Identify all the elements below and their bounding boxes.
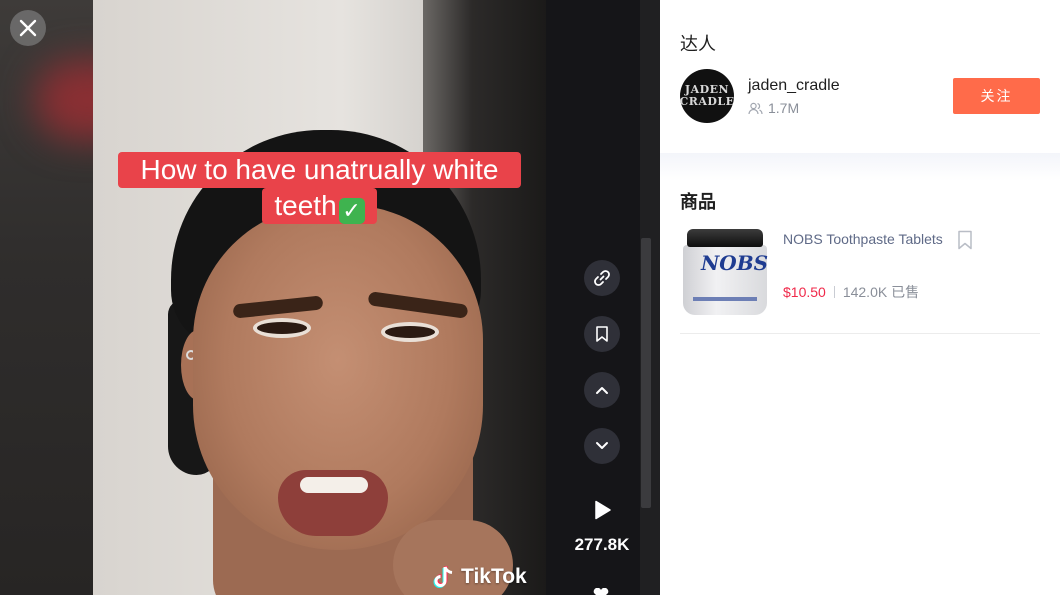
meta-divider xyxy=(833,286,835,298)
users-icon xyxy=(748,102,763,114)
video-subject xyxy=(381,322,439,342)
follower-count: 1.7M xyxy=(748,100,799,116)
video-subject xyxy=(300,477,368,493)
product-price: $10.50 xyxy=(783,284,826,300)
bookmark-icon xyxy=(596,326,608,342)
tiktok-watermark: TikTok xyxy=(433,565,527,589)
checkmark-icon: ✓ xyxy=(338,198,365,224)
favorite-button[interactable] xyxy=(584,316,620,352)
close-button[interactable] xyxy=(10,10,46,46)
section-divider xyxy=(660,153,1060,181)
copy-link-button[interactable] xyxy=(584,260,620,296)
next-video-button[interactable] xyxy=(584,428,620,464)
video-actions-rail xyxy=(546,0,640,595)
caption-text: teeth xyxy=(274,190,337,221)
follower-count-value: 1.7M xyxy=(768,100,800,116)
products-section-title: 商品 xyxy=(680,192,716,212)
product-label-stripe xyxy=(693,297,757,301)
product-sold-count: 142.0K 已售 xyxy=(842,284,920,300)
creator-section-title: 达人 xyxy=(680,34,716,54)
chevron-up-icon xyxy=(596,387,608,394)
product-name[interactable]: NOBS Toothpaste Tablets xyxy=(783,228,948,250)
scrollbar-thumb[interactable] xyxy=(641,238,651,508)
caption-line-1: How to have unatrually white xyxy=(118,152,521,188)
caption-line-2: teeth ✓ xyxy=(262,188,377,224)
product-card[interactable]: NOBS NOBS Toothpaste Tablets $10.50 142.… xyxy=(680,226,1040,334)
avatar[interactable]: JADEN CRADLE xyxy=(680,69,734,123)
previous-video-button[interactable] xyxy=(584,372,620,408)
play-icon[interactable] xyxy=(594,500,612,520)
product-brand-label: NOBS xyxy=(701,251,769,275)
bookmark-icon[interactable] xyxy=(957,230,973,250)
link-icon xyxy=(594,270,610,286)
heart-icon[interactable] xyxy=(592,588,610,595)
details-panel: 达人 JADEN CRADLE jaden_cradle 1.7M 关注 商品 … xyxy=(660,0,1060,595)
view-count: 277.8K xyxy=(574,535,630,554)
chevron-down-icon xyxy=(596,442,608,449)
video-viewer: How to have unatrually white teeth ✓ TikT… xyxy=(0,0,660,595)
video-player[interactable]: How to have unatrually white teeth ✓ TikT… xyxy=(93,0,546,595)
close-icon xyxy=(19,19,37,37)
video-subject xyxy=(253,318,311,338)
product-jar-lid xyxy=(687,229,763,247)
product-image[interactable]: NOBS xyxy=(683,229,769,317)
tiktok-logo-icon xyxy=(433,566,453,588)
video-caption: How to have unatrually white teeth ✓ xyxy=(118,152,521,224)
watermark-text: TikTok xyxy=(461,565,527,588)
avatar-logo-text: JADEN CRADLE xyxy=(680,83,734,108)
product-meta: $10.50 142.0K 已售 xyxy=(783,282,919,302)
follow-button[interactable]: 关注 xyxy=(953,78,1040,114)
creator-username[interactable]: jaden_cradle xyxy=(748,77,840,95)
